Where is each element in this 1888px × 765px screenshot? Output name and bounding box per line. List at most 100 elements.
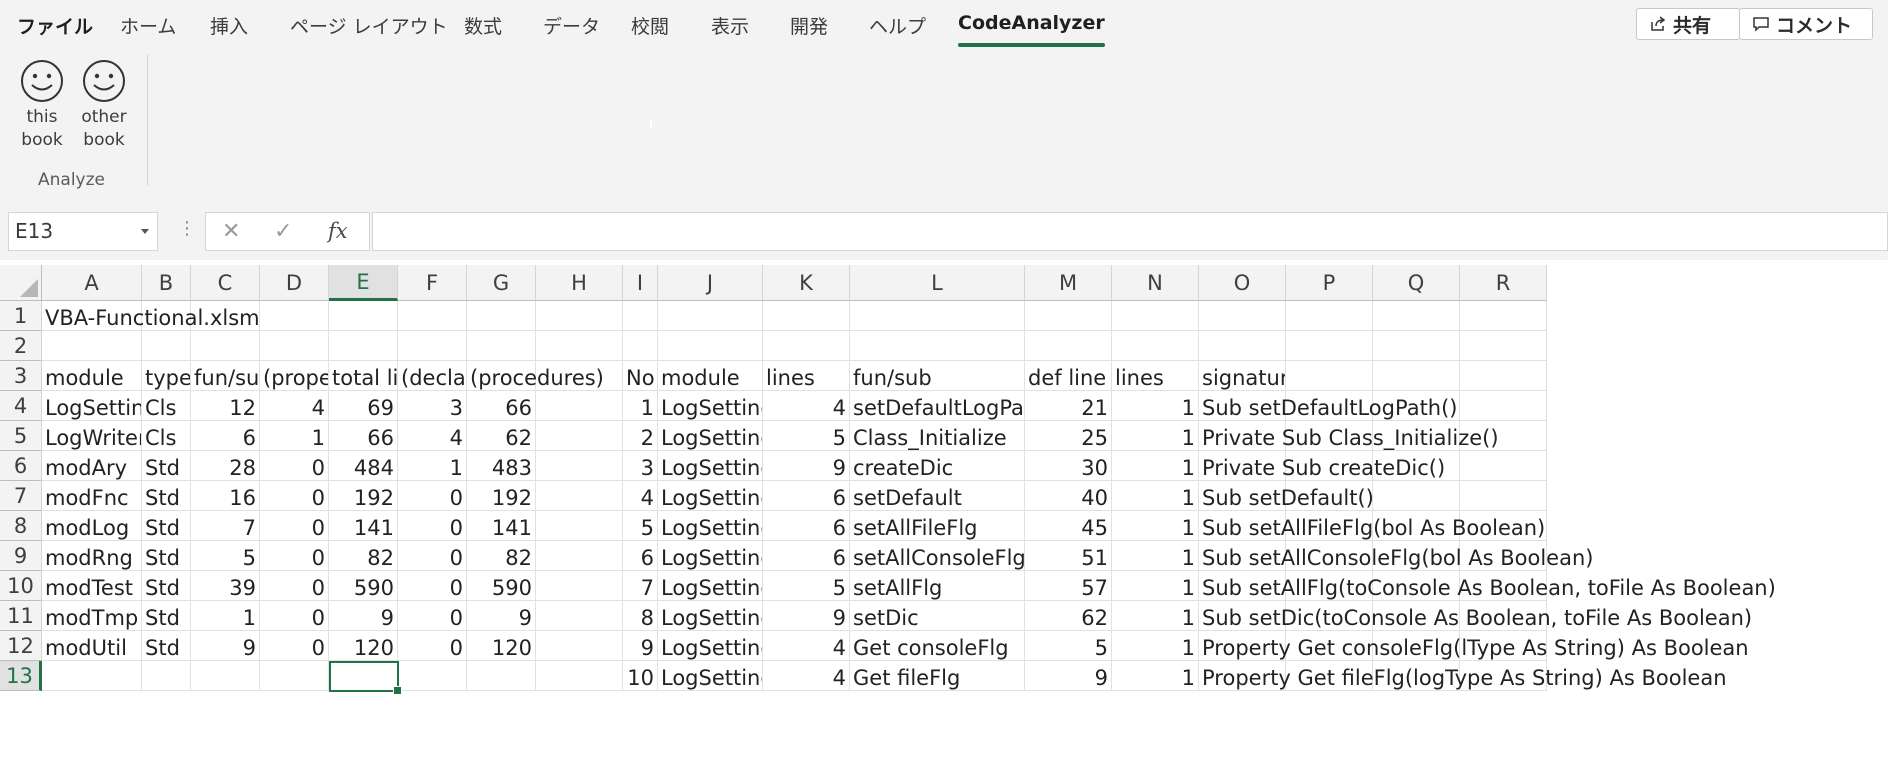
column-header-j[interactable]: J — [658, 265, 763, 301]
detail-header-cell[interactable]: lines — [1112, 361, 1199, 391]
summary-cell[interactable]: 9 — [329, 601, 398, 631]
tab-page-layout[interactable]: ページ レイアウト — [290, 12, 448, 39]
column-header-f[interactable]: F — [398, 265, 467, 301]
grid-cell[interactable] — [1460, 331, 1547, 361]
row-header-6[interactable]: 6 — [0, 451, 42, 481]
column-header-d[interactable]: D — [260, 265, 329, 301]
column-header-m[interactable]: M — [1025, 265, 1112, 301]
grid-cell[interactable] — [329, 301, 398, 331]
grid-cell[interactable] — [1460, 481, 1547, 511]
detail-cell[interactable]: 4 — [763, 631, 850, 661]
grid-cell[interactable] — [398, 301, 467, 331]
grid-cell[interactable] — [763, 301, 850, 331]
summary-cell[interactable]: Cls — [142, 421, 191, 451]
detail-cell[interactable]: Sub setAllFileFlg(bol As Boolean) — [1199, 511, 1545, 541]
row-header-2[interactable]: 2 — [0, 331, 42, 361]
summary-cell[interactable]: 66 — [329, 421, 398, 451]
detail-cell[interactable]: LogSetting — [658, 631, 763, 661]
grid-cell[interactable] — [536, 541, 623, 571]
grid-cell[interactable] — [42, 661, 142, 691]
grid-cell[interactable] — [536, 631, 623, 661]
detail-header-cell[interactable]: signature — [1199, 361, 1286, 391]
grid-cell[interactable] — [1373, 481, 1460, 511]
detail-cell[interactable]: 1 — [1112, 481, 1199, 511]
summary-cell[interactable]: 0 — [260, 631, 329, 661]
summary-cell[interactable]: 3 — [398, 391, 467, 421]
detail-cell[interactable]: Sub setDic(toConsole As Boolean, toFile … — [1199, 601, 1752, 631]
detail-cell[interactable]: 6 — [763, 511, 850, 541]
detail-cell[interactable]: Property Get consoleFlg(lType As String)… — [1199, 631, 1749, 661]
detail-cell[interactable]: 5 — [623, 511, 658, 541]
detail-cell[interactable]: 1 — [1112, 661, 1199, 691]
detail-cell[interactable]: 6 — [763, 541, 850, 571]
column-header-p[interactable]: P — [1286, 265, 1373, 301]
summary-header-cell[interactable]: (declarations) — [398, 361, 467, 391]
summary-cell[interactable]: 483 — [467, 451, 536, 481]
tab-developer[interactable]: 開発 — [790, 12, 828, 39]
detail-cell[interactable]: 4 — [763, 391, 850, 421]
summary-cell[interactable]: 4 — [260, 391, 329, 421]
detail-cell[interactable]: LogSetting — [658, 541, 763, 571]
detail-cell[interactable]: 1 — [623, 391, 658, 421]
summary-cell[interactable]: 6 — [191, 421, 260, 451]
detail-cell[interactable]: 57 — [1025, 571, 1112, 601]
workbook-name-cell[interactable]: VBA-Functional.xlsm — [42, 301, 260, 331]
comment-button[interactable]: コメント — [1739, 8, 1873, 40]
summary-cell[interactable]: 0 — [260, 601, 329, 631]
grid-cell[interactable] — [658, 301, 763, 331]
column-header-r[interactable]: R — [1460, 265, 1547, 301]
detail-cell[interactable]: 8 — [623, 601, 658, 631]
summary-cell[interactable]: 0 — [260, 511, 329, 541]
summary-cell[interactable]: 141 — [329, 511, 398, 541]
column-header-o[interactable]: O — [1199, 265, 1286, 301]
detail-cell[interactable]: LogSetting — [658, 451, 763, 481]
column-header-l[interactable]: L — [850, 265, 1025, 301]
summary-cell[interactable]: 0 — [260, 571, 329, 601]
column-header-k[interactable]: K — [763, 265, 850, 301]
summary-cell[interactable]: 16 — [191, 481, 260, 511]
summary-cell[interactable]: 69 — [329, 391, 398, 421]
row-header-7[interactable]: 7 — [0, 481, 42, 511]
summary-cell[interactable]: Std — [142, 601, 191, 631]
grid-cell[interactable] — [658, 331, 763, 361]
grid-cell[interactable] — [1373, 361, 1460, 391]
grid-cell[interactable] — [142, 661, 191, 691]
summary-cell[interactable]: Std — [142, 481, 191, 511]
detail-cell[interactable]: 9 — [623, 631, 658, 661]
summary-cell[interactable]: 9 — [467, 601, 536, 631]
row-header-3[interactable]: 3 — [0, 361, 42, 391]
grid-cell[interactable] — [536, 301, 623, 331]
summary-cell[interactable]: LogWriter — [42, 421, 142, 451]
analyze-other-book-button[interactable]: other book — [74, 58, 134, 152]
detail-cell[interactable]: 5 — [1025, 631, 1112, 661]
tab-review[interactable]: 校閲 — [631, 12, 669, 39]
grid-cell[interactable] — [467, 661, 536, 691]
summary-cell[interactable]: 0 — [260, 481, 329, 511]
summary-cell[interactable]: Std — [142, 511, 191, 541]
row-header-4[interactable]: 4 — [0, 391, 42, 421]
detail-cell[interactable]: 1 — [1112, 631, 1199, 661]
detail-cell[interactable]: 40 — [1025, 481, 1112, 511]
grid-cell[interactable] — [1460, 301, 1547, 331]
select-all-button[interactable] — [0, 265, 42, 301]
summary-cell[interactable]: 1 — [191, 601, 260, 631]
grid-cell[interactable] — [763, 331, 850, 361]
summary-cell[interactable]: 0 — [398, 541, 467, 571]
grid-cell[interactable] — [850, 331, 1025, 361]
name-box[interactable]: E13 — [8, 212, 158, 251]
detail-cell[interactable]: LogSetting — [658, 661, 763, 691]
detail-cell[interactable]: setDefaultLogPath — [850, 391, 1025, 421]
summary-cell[interactable]: Std — [142, 631, 191, 661]
grid-cell[interactable] — [398, 331, 467, 361]
summary-cell[interactable]: 5 — [191, 541, 260, 571]
detail-cell[interactable]: 6 — [623, 541, 658, 571]
grid-cell[interactable] — [1460, 361, 1547, 391]
summary-cell[interactable]: 0 — [398, 601, 467, 631]
grid-cell[interactable] — [42, 331, 142, 361]
summary-header-cell[interactable]: fun/sub — [191, 361, 260, 391]
summary-cell[interactable]: 39 — [191, 571, 260, 601]
summary-cell[interactable]: 0 — [398, 481, 467, 511]
column-header-n[interactable]: N — [1112, 265, 1199, 301]
detail-cell[interactable]: 1 — [1112, 541, 1199, 571]
summary-cell[interactable]: Std — [142, 571, 191, 601]
